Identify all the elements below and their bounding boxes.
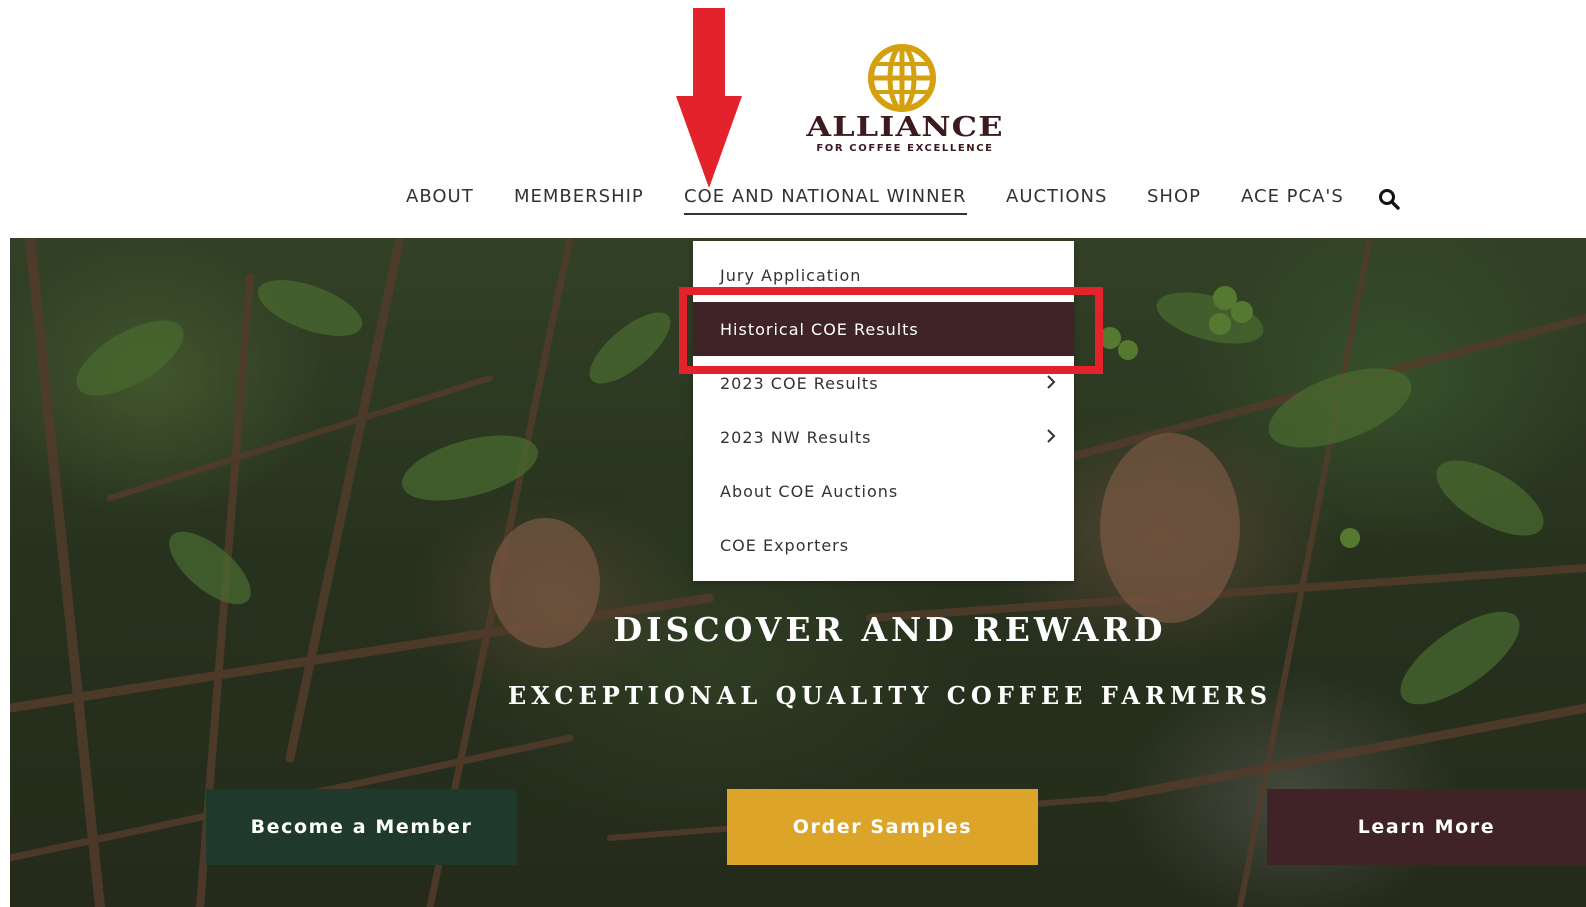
hero-headline: DISCOVER AND REWARD (613, 610, 1167, 649)
logo-brand: ALLIANCE (806, 112, 1004, 143)
menu-item-label: About COE Auctions (720, 481, 899, 501)
nav-item-about[interactable]: ABOUT (406, 186, 474, 207)
logo-tagline: FOR COFFEE EXCELLENCE (816, 143, 994, 154)
nav-item-membership[interactable]: MEMBERSHIP (514, 186, 644, 207)
menu-item-coe-exporters[interactable]: COE Exporters (693, 518, 1074, 572)
nav-item-ace-pcas[interactable]: ACE PCA'S (1241, 186, 1344, 207)
hero-subheadline: EXCEPTIONAL QUALITY COFFEE FARMERS (507, 681, 1273, 710)
chevron-right-icon (1047, 375, 1056, 389)
menu-item-label: Historical COE Results (720, 319, 919, 339)
menu-item-label: 2023 NW Results (720, 427, 872, 447)
menu-item-2023-coe-results[interactable]: 2023 COE Results (693, 356, 1074, 410)
search-icon[interactable] (1378, 188, 1400, 214)
menu-item-label: 2023 COE Results (720, 373, 879, 393)
globe-icon (868, 44, 936, 112)
nav-item-coe-and-national-winner[interactable]: COE AND NATIONAL WINNER (684, 186, 967, 215)
nav-item-shop[interactable]: SHOP (1147, 186, 1201, 207)
menu-item-historical-coe-results[interactable]: Historical COE Results (693, 302, 1074, 356)
chevron-right-icon (1047, 429, 1056, 443)
menu-item-jury-application[interactable]: Jury Application (693, 248, 1074, 302)
menu-item-2023-nw-results[interactable]: 2023 NW Results (693, 410, 1074, 464)
order-samples-button[interactable]: Order Samples (727, 789, 1038, 865)
coe-dropdown-menu: Jury Application Historical COE Results … (693, 241, 1074, 581)
menu-item-label: Jury Application (720, 265, 862, 285)
arrow-down-annotation-icon (676, 8, 742, 188)
learn-more-button[interactable]: Learn More (1267, 789, 1586, 865)
nav-item-auctions[interactable]: AUCTIONS (1006, 186, 1107, 207)
menu-item-about-coe-auctions[interactable]: About COE Auctions (693, 464, 1074, 518)
menu-item-label: COE Exporters (720, 535, 850, 555)
site-logo[interactable]: ALLIANCE FOR COFFEE EXCELLENCE (800, 42, 1010, 160)
become-member-button[interactable]: Become a Member (206, 789, 517, 865)
main-nav: ABOUT MEMBERSHIP COE AND NATIONAL WINNER… (0, 186, 1586, 216)
